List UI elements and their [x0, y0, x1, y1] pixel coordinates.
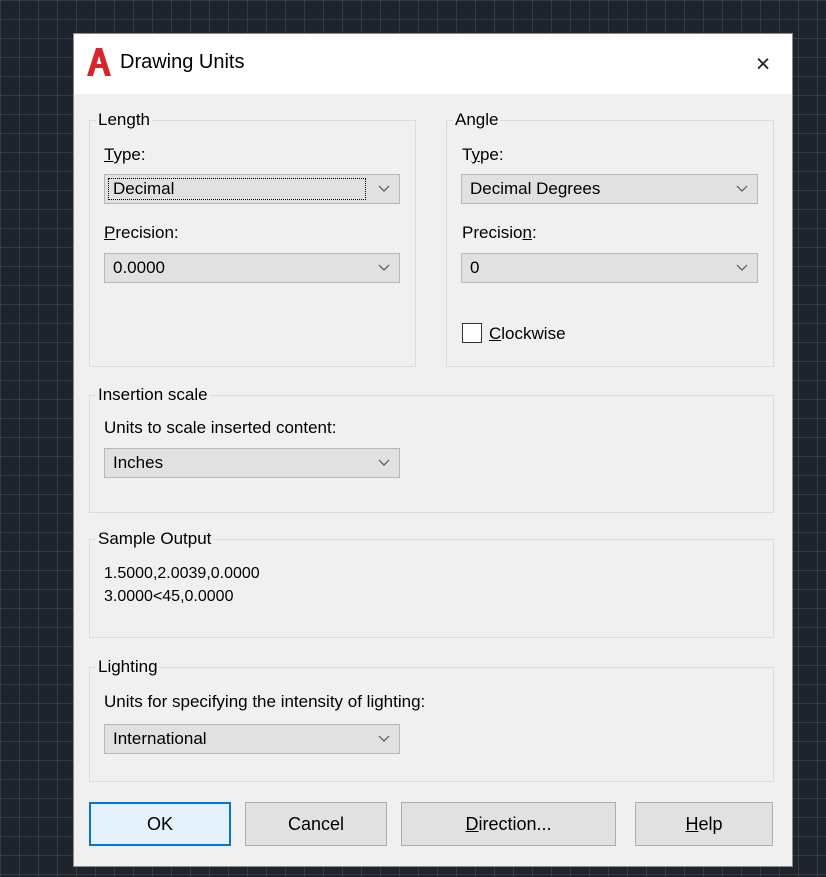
sample-output-line-1: 1.5000,2.0039,0.0000 — [104, 565, 260, 582]
drawing-units-dialog: Drawing Units × Length Type: Decimal Pre… — [73, 33, 793, 867]
length-precision-label: Precision: — [104, 223, 179, 242]
close-button[interactable]: × — [734, 34, 792, 94]
length-precision-select[interactable]: 0.0000 — [104, 253, 400, 283]
insertion-units-select[interactable]: Inches — [104, 448, 400, 478]
clockwise-checkbox[interactable] — [462, 323, 482, 343]
lighting-units-label: Units for specifying the intensity of li… — [104, 692, 426, 711]
lighting-group-label: Lighting — [96, 656, 160, 678]
chevron-down-icon — [378, 185, 390, 192]
insertion-units-label: Units to scale inserted content: — [104, 418, 337, 437]
chevron-down-icon — [736, 264, 748, 271]
clockwise-label[interactable]: Clockwise — [489, 323, 566, 345]
cancel-button-label: Cancel — [287, 813, 345, 834]
direction-button-label: Direction... — [465, 813, 552, 834]
cancel-button[interactable]: Cancel — [245, 802, 387, 846]
title-bar: Drawing Units × — [74, 34, 792, 94]
ok-button-label: OK — [146, 813, 173, 834]
angle-precision-value: 0 — [470, 258, 480, 277]
chevron-down-icon — [378, 264, 390, 271]
lighting-units-select[interactable]: International — [104, 724, 400, 754]
close-icon: × — [755, 49, 771, 78]
length-precision-value: 0.0000 — [113, 258, 165, 277]
lighting-units-value: International — [113, 729, 207, 748]
angle-type-label: Type: — [462, 145, 504, 164]
insertion-scale-group-label: Insertion scale — [96, 384, 210, 406]
angle-precision-select[interactable]: 0 — [461, 253, 758, 283]
direction-button[interactable]: Direction... — [401, 802, 616, 846]
length-type-label: Type: — [104, 145, 146, 164]
chevron-down-icon — [378, 459, 390, 466]
length-group-label: Length — [96, 109, 152, 131]
help-button[interactable]: Help — [635, 802, 773, 846]
length-type-value: Decimal — [113, 179, 175, 198]
dialog-title: Drawing Units — [120, 51, 245, 73]
angle-precision-label: Precision: — [462, 223, 537, 242]
sample-output-line-2: 3.0000<45,0.0000 — [104, 588, 234, 605]
length-type-select[interactable]: Decimal — [104, 174, 400, 204]
ok-button[interactable]: OK — [89, 802, 231, 846]
angle-type-select[interactable]: Decimal Degrees — [461, 174, 758, 204]
chevron-down-icon — [736, 185, 748, 192]
sample-output-group-label: Sample Output — [96, 528, 214, 550]
insertion-units-value: Inches — [113, 453, 164, 472]
help-button-label: Help — [685, 813, 723, 834]
angle-type-value: Decimal Degrees — [470, 179, 601, 198]
autocad-a-icon — [87, 48, 111, 76]
angle-group-label: Angle — [453, 109, 501, 131]
chevron-down-icon — [378, 735, 390, 742]
